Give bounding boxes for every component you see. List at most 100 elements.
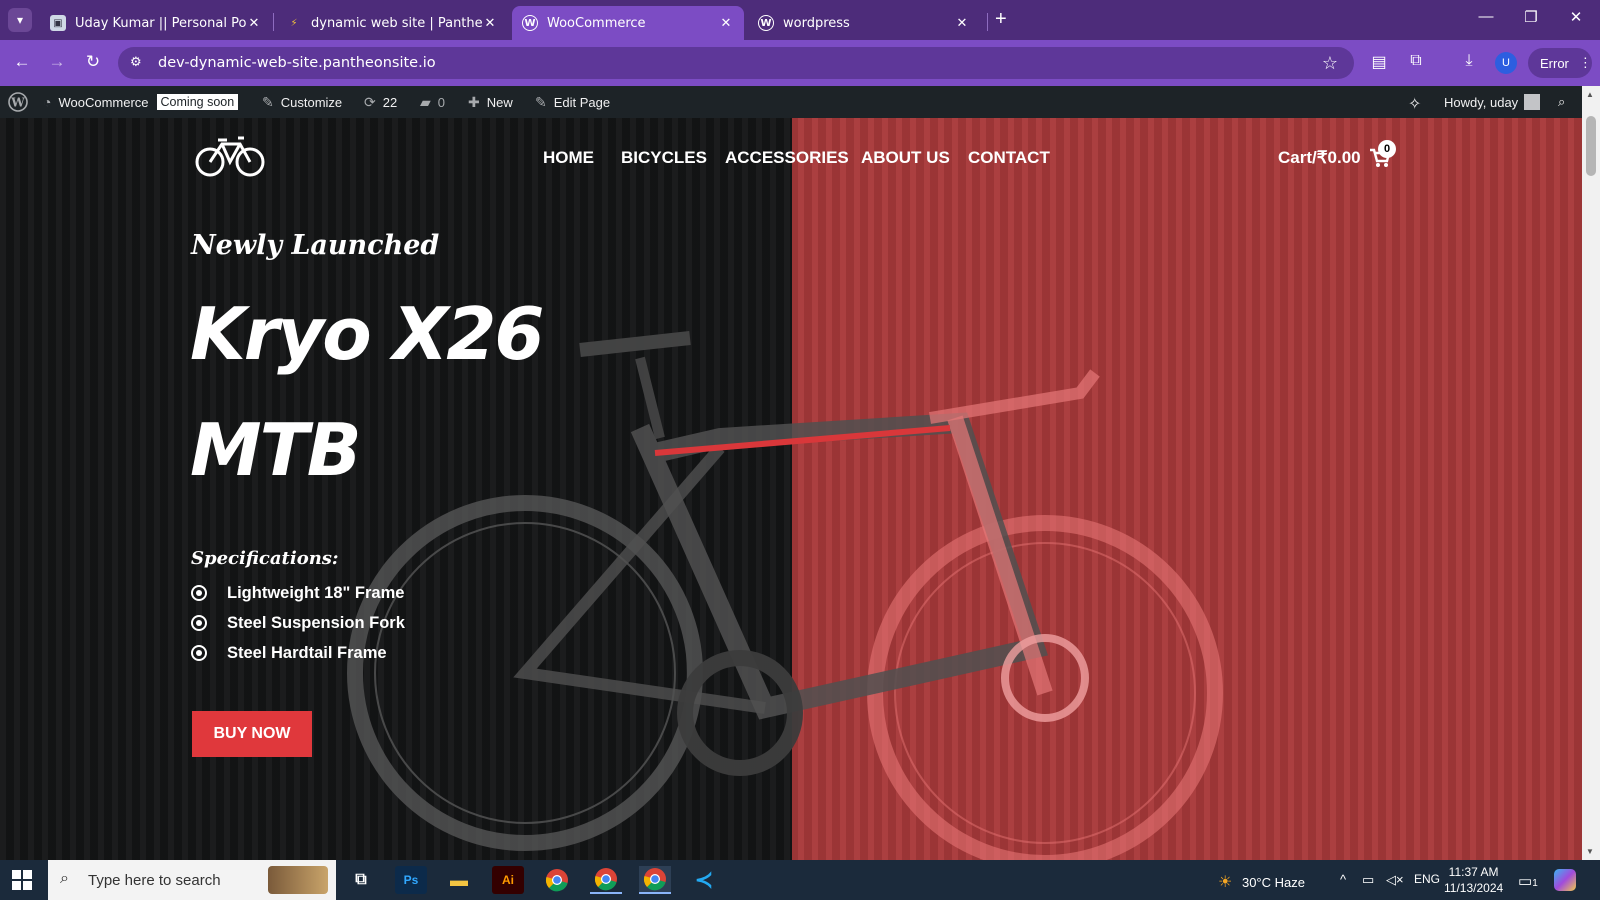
coming-soon-badge[interactable]: Coming soon bbox=[156, 94, 239, 110]
user-avatar bbox=[1524, 94, 1541, 110]
copilot-icon[interactable] bbox=[1554, 869, 1576, 891]
error-button[interactable]: Error ⋮ bbox=[1528, 48, 1592, 78]
vscode-icon[interactable]: ≺ bbox=[688, 866, 720, 894]
weather-text: 30°C Haze bbox=[1241, 875, 1305, 890]
tab-title: wordpress bbox=[783, 15, 850, 31]
profile-initial: U bbox=[1502, 57, 1510, 69]
file-explorer-icon[interactable]: ▬ bbox=[443, 866, 475, 894]
language-indicator[interactable]: ENG bbox=[1414, 872, 1440, 886]
search-icon: ⌕ bbox=[60, 870, 69, 887]
buy-now-button[interactable]: BUY NOW bbox=[192, 711, 312, 757]
profile-avatar[interactable]: U bbox=[1495, 52, 1517, 74]
notification-center-icon[interactable]: ▭1 bbox=[1518, 872, 1538, 890]
cart-count-badge: 0 bbox=[1378, 140, 1396, 158]
tab-divider bbox=[987, 13, 988, 31]
comments-count: 0 bbox=[437, 95, 446, 110]
wp-admin-bar: W ◔ WooCommerce Coming soon ✎ Customize … bbox=[0, 86, 1582, 118]
close-tab-icon[interactable]: ✕ bbox=[954, 16, 970, 31]
spec-list: Lightweight 18" Frame Steel Suspension F… bbox=[191, 578, 405, 668]
reader-mode-icon[interactable]: ▤ bbox=[1368, 52, 1390, 72]
nav-accessories[interactable]: ACCESSORIES bbox=[725, 148, 849, 168]
browser-toolbar: ← → ↻ ⚙ dev-dynamic-web-site.pantheonsit… bbox=[0, 40, 1600, 86]
wp-logo-icon[interactable]: W bbox=[8, 92, 28, 112]
restore-icon[interactable]: ❐ bbox=[1519, 8, 1543, 26]
edit-page-label: Edit Page bbox=[553, 95, 611, 110]
tab-portfolio[interactable]: ▣ Uday Kumar || Personal Portfolio ✕ bbox=[40, 6, 272, 40]
close-tab-icon[interactable]: ✕ bbox=[718, 16, 734, 31]
tab-pantheon[interactable]: ⚡ dynamic web site | Pantheon Dashboard … bbox=[276, 6, 508, 40]
minimize-icon[interactable]: — bbox=[1474, 8, 1498, 25]
nav-bicycles[interactable]: BICYCLES bbox=[621, 148, 707, 168]
windows-taskbar: ⌕ Type here to search ⧉ Ps ▬ Ai ≺ ☀ 30°C… bbox=[0, 860, 1600, 900]
edit-page-link[interactable]: ✎ Edit Page bbox=[535, 94, 610, 111]
volume-muted-icon[interactable]: ◁× bbox=[1386, 872, 1404, 888]
sparkle-icon[interactable]: ✧ bbox=[1408, 94, 1421, 114]
nav-about-us[interactable]: ABOUT US bbox=[861, 148, 950, 168]
forward-icon[interactable]: → bbox=[46, 52, 68, 72]
page-scrollbar[interactable]: ▲ ▼ bbox=[1582, 86, 1600, 860]
comments-link[interactable]: ▰ 0 bbox=[420, 94, 445, 111]
error-label: Error bbox=[1540, 55, 1569, 71]
bookmark-star-icon[interactable]: ☆ bbox=[1322, 53, 1338, 74]
downloads-icon[interactable]: ⤓ bbox=[1458, 52, 1480, 70]
hero-section: HOME BICYCLES ACCESSORIES ABOUT US CONTA… bbox=[0, 118, 1582, 860]
tab-divider bbox=[273, 13, 274, 31]
bicycle-logo-icon[interactable] bbox=[194, 134, 266, 178]
windows-start-icon[interactable] bbox=[12, 870, 32, 890]
scroll-thumb[interactable] bbox=[1586, 116, 1596, 176]
site-settings-icon[interactable]: ⚙ bbox=[130, 55, 142, 70]
my-account-menu[interactable]: Howdy, uday bbox=[1444, 94, 1541, 110]
search-placeholder: Type here to search bbox=[88, 871, 221, 889]
taskbar-clock[interactable]: 11:37 AM 11/13/2024 bbox=[1444, 864, 1503, 896]
hidden-icons-chevron-icon[interactable]: ^ bbox=[1340, 872, 1346, 887]
clock-time: 11:37 AM bbox=[1448, 865, 1499, 879]
close-window-icon[interactable]: ✕ bbox=[1564, 8, 1588, 26]
taskbar-search-input[interactable]: ⌕ Type here to search bbox=[48, 860, 336, 900]
chrome-profile-icon[interactable] bbox=[590, 866, 622, 894]
new-tab-plus-icon[interactable]: + bbox=[995, 8, 1007, 31]
scroll-down-arrow-icon[interactable]: ▼ bbox=[1586, 847, 1594, 856]
customize-link[interactable]: ✎ Customize bbox=[262, 94, 342, 111]
weather-widget[interactable]: ☀ 30°C Haze bbox=[1218, 872, 1305, 892]
hero-kicker: Newly Launched bbox=[191, 230, 440, 261]
scroll-up-arrow-icon[interactable]: ▲ bbox=[1586, 90, 1594, 99]
address-bar[interactable]: ⚙ dev-dynamic-web-site.pantheonsite.io ☆ bbox=[118, 47, 1354, 79]
chrome-active-icon[interactable] bbox=[639, 866, 671, 894]
reload-icon[interactable]: ↻ bbox=[82, 52, 104, 72]
nav-home[interactable]: HOME bbox=[543, 148, 594, 168]
search-highlight-image bbox=[268, 866, 328, 894]
network-icon[interactable]: ▭ bbox=[1362, 872, 1374, 888]
notification-count: 1 bbox=[1532, 878, 1538, 889]
close-tab-icon[interactable]: ✕ bbox=[246, 16, 262, 31]
howdy-label: Howdy, uday bbox=[1444, 94, 1519, 110]
photoshop-icon[interactable]: Ps bbox=[395, 866, 427, 894]
tab-search-button[interactable]: ▾ bbox=[8, 8, 32, 32]
wordpress-favicon-icon: W bbox=[522, 15, 538, 31]
tab-wordpress[interactable]: W wordpress ✕ bbox=[748, 6, 980, 40]
chrome-icon[interactable] bbox=[541, 866, 573, 894]
close-tab-icon[interactable]: ✕ bbox=[482, 16, 498, 31]
cart-total: Cart/₹0.00 bbox=[1278, 148, 1361, 167]
nav-contact[interactable]: CONTACT bbox=[968, 148, 1050, 168]
brush-icon: ✎ bbox=[262, 94, 274, 110]
admin-search-icon[interactable]: ⌕ bbox=[1558, 94, 1565, 110]
tab-title: dynamic web site | Pantheon Dashboard bbox=[311, 15, 482, 31]
new-content-link[interactable]: ✚ New bbox=[468, 94, 513, 111]
site-name-menu[interactable]: ◔ WooCommerce Coming soon bbox=[43, 94, 239, 110]
wordpress-favicon-icon: W bbox=[758, 15, 774, 31]
extensions-icon[interactable]: ⧉ bbox=[1405, 52, 1427, 70]
haze-weather-icon: ☀ bbox=[1218, 874, 1233, 891]
cart-link[interactable]: Cart/₹0.00 bbox=[1278, 148, 1391, 168]
tab-woocommerce[interactable]: W WooCommerce ✕ bbox=[512, 6, 744, 40]
list-item: Lightweight 18" Frame bbox=[191, 578, 405, 608]
updates-link[interactable]: ⟳ 22 bbox=[364, 94, 397, 111]
task-view-icon[interactable]: ⧉ bbox=[345, 866, 377, 894]
kebab-menu-icon: ⋮ bbox=[1578, 55, 1592, 70]
spec-text: Steel Suspension Fork bbox=[227, 613, 405, 632]
list-item: Steel Hardtail Frame bbox=[191, 638, 405, 668]
pencil-icon: ✎ bbox=[535, 94, 547, 110]
illustrator-icon[interactable]: Ai bbox=[492, 866, 524, 894]
clock-date: 11/13/2024 bbox=[1444, 881, 1504, 895]
back-icon[interactable]: ← bbox=[11, 52, 33, 72]
plus-icon: ✚ bbox=[468, 94, 480, 110]
